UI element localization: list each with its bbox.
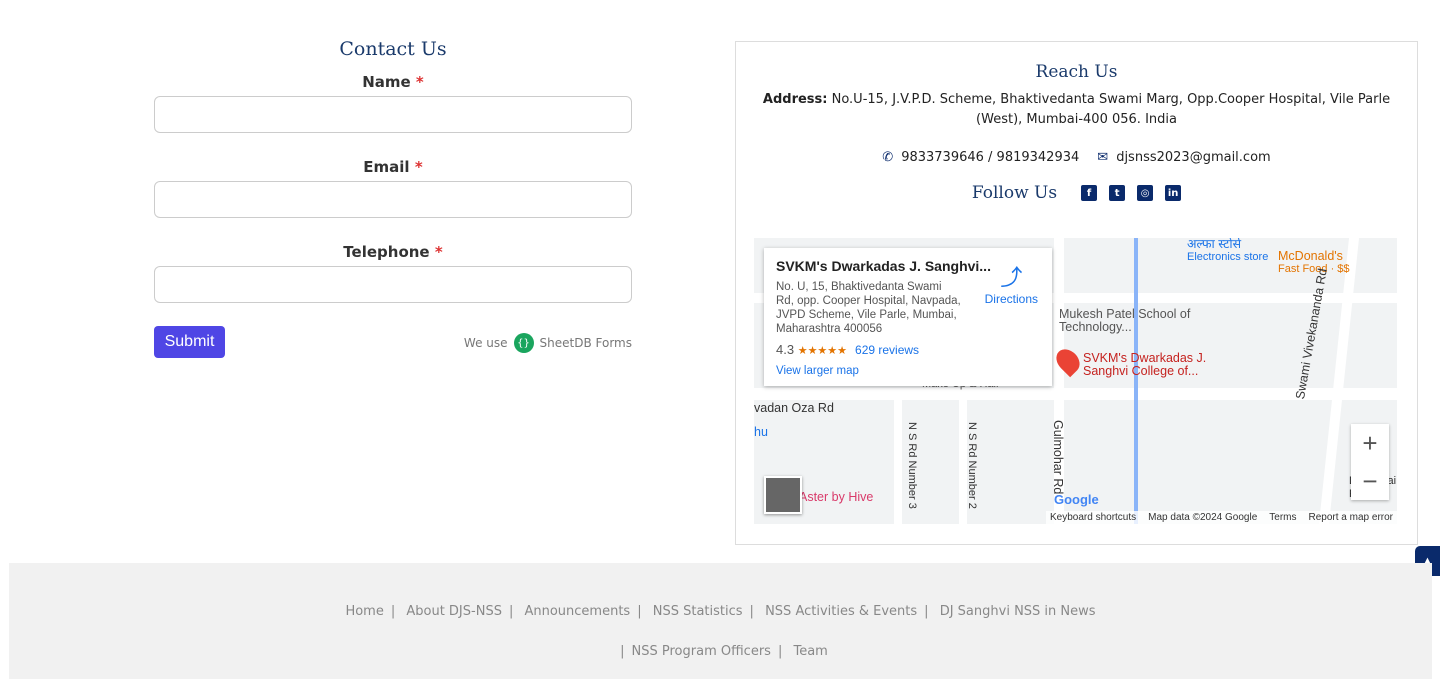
map-label-electronics-hi: अल्फा स्टोर्स bbox=[1187, 238, 1242, 251]
place-card: SVKM's Dwarkadas J. Sanghvi... No. U, 15… bbox=[764, 248, 1052, 386]
name-input[interactable] bbox=[154, 96, 632, 133]
footer-link-statistics[interactable]: NSS Statistics bbox=[653, 604, 743, 619]
map-attribution: Keyboard shortcuts Map data ©2024 Google… bbox=[1045, 511, 1397, 524]
submit-button[interactable]: Submit bbox=[154, 326, 225, 358]
reach-title: Reach Us bbox=[1035, 62, 1118, 82]
email-label: Email * bbox=[363, 158, 423, 176]
footer-link-announcements[interactable]: Announcements bbox=[524, 604, 630, 619]
terms-link[interactable]: Terms bbox=[1269, 512, 1296, 523]
footer-nav-row1: Home | About DJS-NSS | Announcements | NSS … bbox=[345, 604, 1096, 619]
map-label-oza: vadan Oza Rd bbox=[754, 401, 834, 415]
email[interactable]: ✉ djsnss2023@gmail.com bbox=[1097, 150, 1270, 165]
rating: 4.3 ★★★★★ 629 reviews bbox=[776, 342, 920, 357]
footer-link-team[interactable]: Team bbox=[793, 644, 827, 659]
sheetdb-logo-icon: {} bbox=[513, 333, 534, 353]
map-label-ns3: N S Rd Number 3 bbox=[906, 422, 918, 509]
directions-button[interactable]: ⤴ Directions bbox=[985, 260, 1038, 306]
footer-link-about[interactable]: About DJS-NSS bbox=[406, 604, 502, 619]
sheetdb-credit[interactable]: We use {} SheetDB Forms bbox=[464, 333, 632, 353]
follow-title: Follow Us bbox=[971, 183, 1058, 203]
map-data: Map data ©2024 Google bbox=[1148, 512, 1258, 523]
phone-icon: ✆ bbox=[882, 150, 894, 165]
map-label-ns2: N S Rd Number 2 bbox=[966, 422, 978, 509]
footer-nav-row2: | NSS Program Officers | Team bbox=[620, 644, 828, 659]
email-input[interactable] bbox=[154, 181, 632, 218]
zoom-in-button[interactable]: + bbox=[1362, 428, 1377, 459]
report-error-link[interactable]: Report a map error bbox=[1309, 512, 1393, 523]
facebook-icon[interactable]: f bbox=[1081, 185, 1098, 201]
map-label-mukesh: Mukesh Patel School of Technology... bbox=[1059, 307, 1191, 334]
sheetdb-link[interactable]: SheetDB Forms bbox=[540, 336, 632, 350]
map-label-swami: Swami Vivekananda Rd bbox=[1293, 267, 1330, 401]
reviews-link[interactable]: 629 reviews bbox=[855, 343, 919, 357]
google-logo: Google bbox=[1054, 492, 1099, 507]
map-label-gulmohar: Gulmohar Rd bbox=[1051, 420, 1065, 495]
keyboard-shortcuts-link[interactable]: Keyboard shortcuts bbox=[1050, 512, 1136, 523]
we-use-text: We use bbox=[463, 336, 508, 350]
zoom-controls: + − bbox=[1351, 424, 1389, 500]
map-label-mcd: McDonald's bbox=[1278, 249, 1343, 263]
footer-link-home[interactable]: Home bbox=[345, 604, 383, 619]
contact-title: Contact Us bbox=[339, 38, 447, 60]
google-map[interactable]: Mukesh Patel School of Technology... अल्… bbox=[754, 238, 1397, 524]
footer: Home | About DJS-NSS | Announcements | NSS … bbox=[9, 563, 1432, 679]
name-label: Name * bbox=[362, 73, 424, 91]
satellite-toggle[interactable] bbox=[764, 476, 802, 514]
map-label-hu: hu bbox=[754, 425, 768, 439]
directions-icon: ⤴ bbox=[1000, 265, 1023, 290]
footer-link-officers[interactable]: NSS Program Officers bbox=[632, 644, 771, 659]
envelope-icon: ✉ bbox=[1097, 150, 1109, 165]
place-address: No. U, 15, Bhaktivedanta Swami Rd, opp. … bbox=[776, 281, 961, 335]
phone[interactable]: ✆ 9833739646 / 9819342934 bbox=[882, 150, 1079, 165]
footer-link-activities[interactable]: NSS Activities & Events bbox=[765, 604, 917, 619]
instagram-icon[interactable]: ◎ bbox=[1137, 185, 1154, 201]
telephone-label: Telephone * bbox=[343, 243, 443, 261]
stars-icon: ★★★★★ bbox=[797, 345, 848, 357]
map-label-pin: SVKM's Dwarkadas J. Sanghvi College of..… bbox=[1083, 351, 1207, 378]
zoom-out-button[interactable]: − bbox=[1362, 466, 1377, 497]
telephone-input[interactable] bbox=[154, 266, 632, 303]
address: Address: No.U-15, J.V.P.D. Scheme, Bhakt… bbox=[762, 92, 1391, 127]
footer-link-news[interactable]: DJ Sanghvi NSS in News bbox=[940, 604, 1096, 619]
twitter-icon[interactable]: t bbox=[1109, 185, 1126, 201]
map-label-electronics: Electronics store bbox=[1187, 251, 1269, 263]
view-larger-map-link[interactable]: View larger map bbox=[776, 365, 1040, 377]
linkedin-icon[interactable]: in bbox=[1165, 185, 1182, 201]
map-label-aster: Aster by Hive bbox=[799, 490, 874, 504]
